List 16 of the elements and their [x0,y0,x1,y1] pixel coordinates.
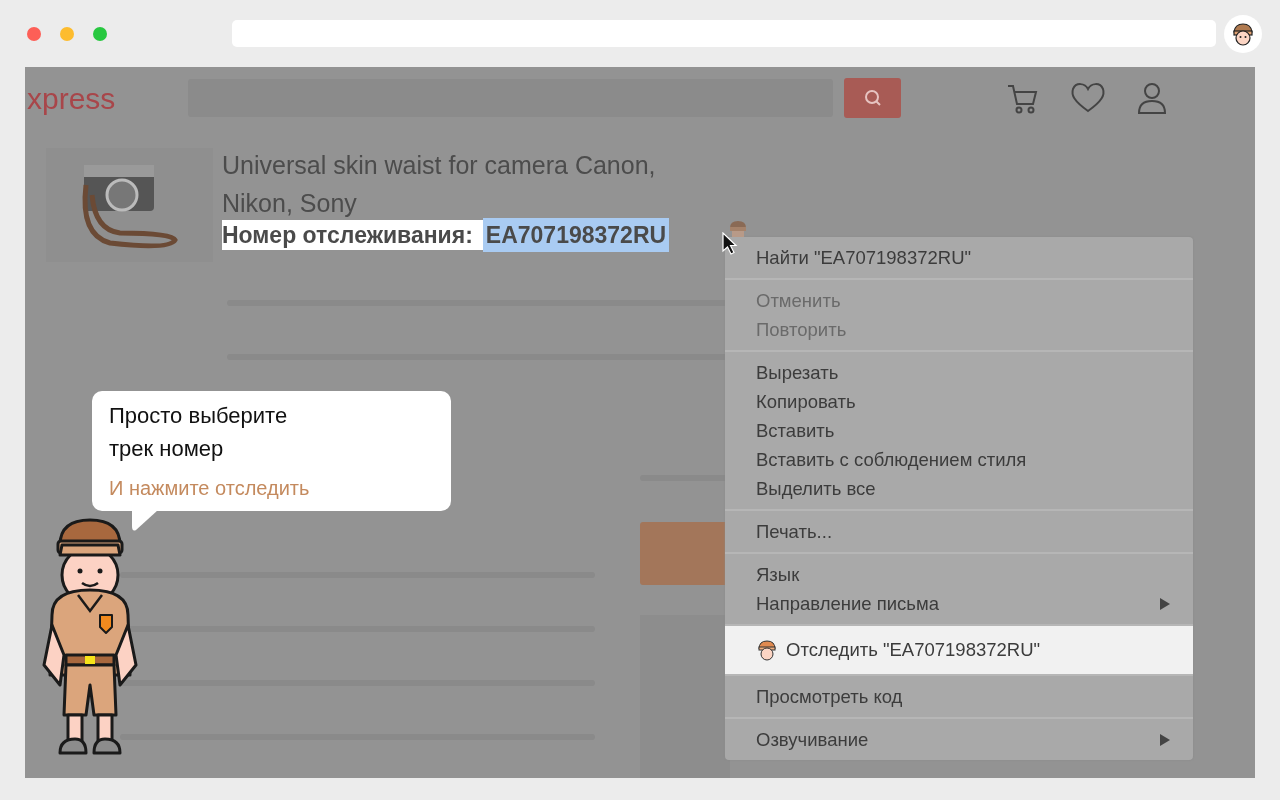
menu-item[interactable]: Вставить [725,416,1193,445]
menu-item[interactable]: Язык [725,560,1193,589]
tracking-label: Номер отслеживания: [222,220,473,250]
menu-item[interactable]: Найти "EA707198372RU" [725,243,1193,272]
menu-item[interactable]: Отследить "EA707198372RU" [725,626,1193,674]
menu-item[interactable]: Направление письма [725,589,1193,618]
menu-item[interactable]: Выделить все [725,474,1193,503]
menu-item[interactable]: Вставить с соблюдением стиля [725,445,1193,474]
tip-action-text: И нажмите отследить [109,476,311,501]
menu-item[interactable]: Копировать [725,387,1193,416]
tracking-number[interactable]: EA707198372RU [482,217,670,253]
menu-item[interactable]: Вырезать [725,358,1193,387]
menu-item[interactable]: Озвучивание [725,725,1193,754]
menu-item[interactable]: Печать... [725,517,1193,546]
menu-item[interactable]: Просмотреть код [725,682,1193,711]
tip-text: Просто выберите трек номер [109,402,289,463]
